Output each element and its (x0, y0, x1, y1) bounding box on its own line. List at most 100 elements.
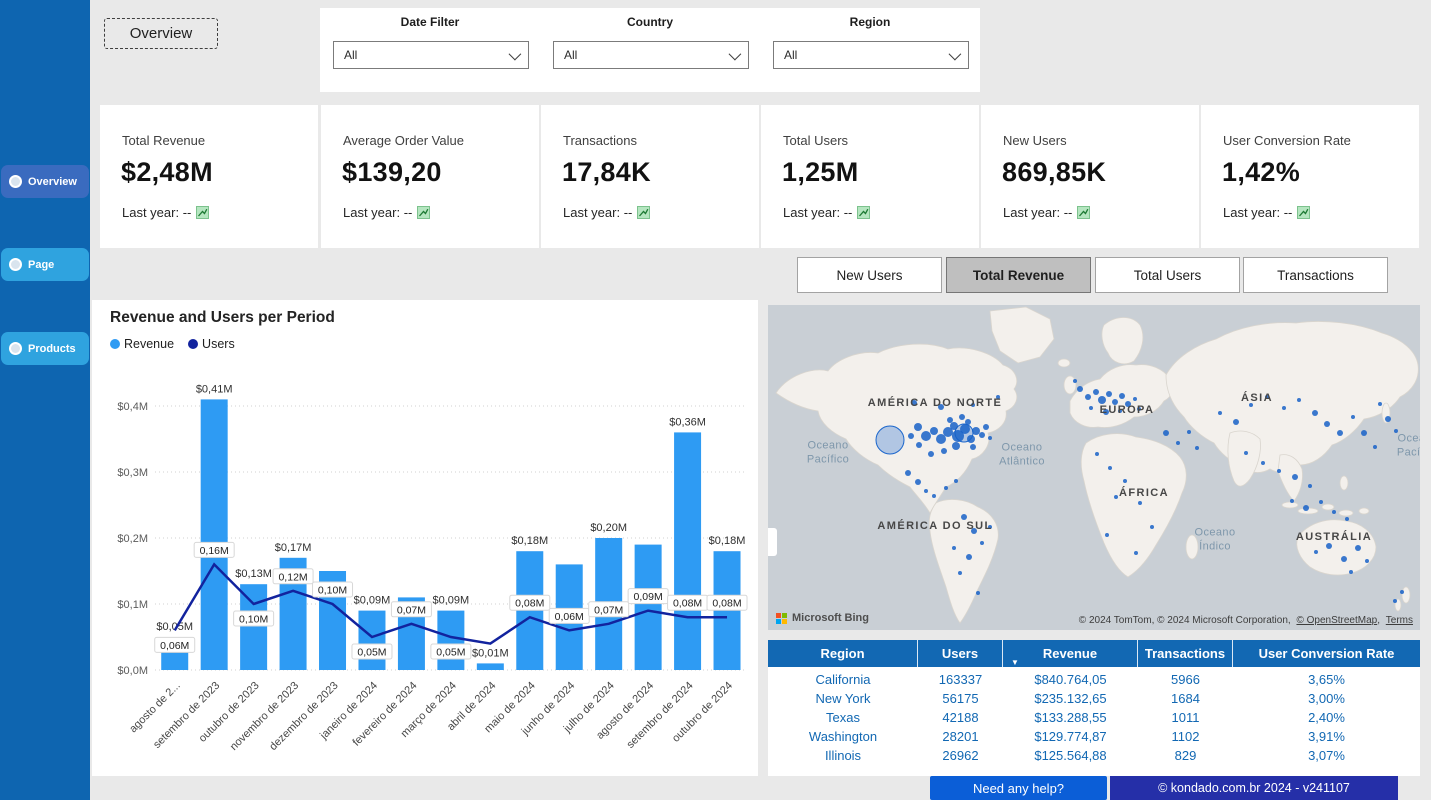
map-bubble[interactable] (1137, 407, 1141, 411)
attribution-terms-link[interactable]: Terms (1386, 615, 1413, 626)
map-bubble[interactable] (1249, 403, 1253, 407)
map-bubble[interactable] (1277, 469, 1281, 473)
map-bubble[interactable] (1326, 543, 1332, 549)
map-side-tab[interactable] (768, 528, 777, 556)
map-bubble[interactable] (1332, 510, 1336, 514)
map-bubble[interactable] (972, 427, 980, 435)
map-bubble[interactable] (924, 489, 928, 493)
map-bubble[interactable] (1365, 559, 1369, 563)
map-bubble[interactable] (1400, 590, 1404, 594)
metric-button-total-revenue[interactable]: Total Revenue (946, 257, 1091, 293)
map-bubble[interactable] (1324, 421, 1330, 427)
map-bubble[interactable] (947, 417, 953, 423)
map-bubble[interactable] (921, 431, 931, 441)
sidebar-item-page[interactable]: Page (1, 248, 89, 281)
table-row[interactable]: Washington28201$129.774,8711023,91% (768, 727, 1420, 746)
map-bubble[interactable] (1163, 430, 1169, 436)
map-bubble[interactable] (1290, 499, 1294, 503)
map-bubble[interactable] (1138, 501, 1142, 505)
map-bubble[interactable] (1105, 533, 1109, 537)
map-bubble[interactable] (1085, 394, 1091, 400)
map-bubble[interactable] (1150, 525, 1154, 529)
map-bubble[interactable] (958, 571, 962, 575)
sidebar-item-overview[interactable]: Overview (1, 165, 89, 198)
map-bubble[interactable] (970, 444, 976, 450)
map-bubble[interactable] (971, 403, 975, 407)
map-bubble[interactable] (1265, 395, 1269, 399)
revenue-bar[interactable] (674, 432, 701, 670)
map-bubble[interactable] (1218, 411, 1222, 415)
column-header-user-conversion-rate[interactable]: User Conversion Rate (1233, 640, 1420, 667)
table-row[interactable]: New York56175$235.132,6516843,00% (768, 689, 1420, 708)
map-bubble[interactable] (1303, 505, 1309, 511)
revenue-bar[interactable] (477, 663, 504, 670)
map-bubble[interactable] (1292, 474, 1298, 480)
table-row[interactable]: Texas42188$133.288,5510112,40% (768, 708, 1420, 727)
map-bubble[interactable] (908, 433, 914, 439)
map-bubble[interactable] (1349, 570, 1353, 574)
revenue-bar[interactable] (358, 611, 385, 670)
map-bubble[interactable] (1077, 386, 1083, 392)
map-bubble[interactable] (1093, 389, 1099, 395)
help-button[interactable]: Need any help? (930, 776, 1107, 800)
filter-dropdown[interactable]: All (333, 41, 529, 69)
map-bubble[interactable] (996, 395, 1000, 399)
map-panel[interactable]: Microsoft Bing © 2024 TomTom, © 2024 Mic… (768, 305, 1420, 630)
map-bubble[interactable] (1098, 396, 1106, 404)
map-bubble[interactable] (1355, 545, 1361, 551)
map-bubble[interactable] (1394, 429, 1398, 433)
map-bubble[interactable] (980, 541, 984, 545)
column-header-region[interactable]: Region (768, 640, 918, 667)
map-bubble[interactable] (979, 432, 985, 438)
map-bubble[interactable] (1187, 430, 1191, 434)
map-bubble[interactable] (976, 591, 980, 595)
map-bubble[interactable] (965, 419, 971, 425)
map-bubble[interactable] (967, 435, 975, 443)
attribution-osm-link[interactable]: © OpenStreetMap (1296, 615, 1377, 626)
table-row[interactable]: California163337$840.764,0559663,65% (768, 670, 1420, 689)
column-header-revenue[interactable]: Revenue▼ (1003, 640, 1138, 667)
map-bubble[interactable] (1361, 430, 1367, 436)
filter-dropdown[interactable]: All (553, 41, 749, 69)
map-bubble[interactable] (954, 479, 958, 483)
map-bubble[interactable] (1233, 419, 1239, 425)
map-bubble[interactable] (1073, 379, 1077, 383)
map-bubble[interactable] (988, 525, 992, 529)
metric-button-total-users[interactable]: Total Users (1095, 257, 1240, 293)
map-bubble[interactable] (1373, 445, 1377, 449)
map-bubble[interactable] (1119, 393, 1125, 399)
map-bubble[interactable] (1125, 401, 1131, 407)
map-bubble[interactable] (1118, 409, 1122, 413)
map-bubble[interactable] (916, 442, 922, 448)
revenue-bar[interactable] (201, 399, 228, 670)
table-row[interactable]: Illinois26962$125.564,888293,07% (768, 746, 1420, 765)
map-bubble[interactable] (1393, 599, 1397, 603)
map-bubble[interactable] (905, 470, 911, 476)
map-bubble[interactable] (941, 448, 947, 454)
map-bubble[interactable] (1108, 466, 1112, 470)
map-bubble[interactable] (944, 486, 948, 490)
map-bubble[interactable] (1133, 397, 1137, 401)
map-bubble[interactable] (1319, 500, 1323, 504)
map-bubble[interactable] (1114, 495, 1118, 499)
map-bubble[interactable] (966, 554, 972, 560)
map-bubble[interactable] (914, 423, 922, 431)
map-bubble[interactable] (1134, 551, 1138, 555)
column-header-users[interactable]: Users (918, 640, 1003, 667)
map-bubble[interactable] (1282, 406, 1286, 410)
sidebar-item-products[interactable]: Products (1, 332, 89, 365)
map-bubble[interactable] (1351, 415, 1355, 419)
filter-dropdown[interactable]: All (773, 41, 969, 69)
map-bubble[interactable] (1337, 430, 1343, 436)
map-bubble[interactable] (1095, 452, 1099, 456)
metric-button-transactions[interactable]: Transactions (1243, 257, 1388, 293)
map-bubble[interactable] (952, 546, 956, 550)
revenue-bar[interactable] (437, 611, 464, 670)
map-bubble[interactable] (1345, 517, 1349, 521)
map-bubble[interactable] (1244, 451, 1248, 455)
map-bubble[interactable] (1385, 416, 1391, 422)
map-bubble[interactable] (1378, 402, 1382, 406)
revenue-bar[interactable] (240, 584, 267, 670)
map-bubble[interactable] (1308, 484, 1312, 488)
map-bubble[interactable] (959, 414, 965, 420)
